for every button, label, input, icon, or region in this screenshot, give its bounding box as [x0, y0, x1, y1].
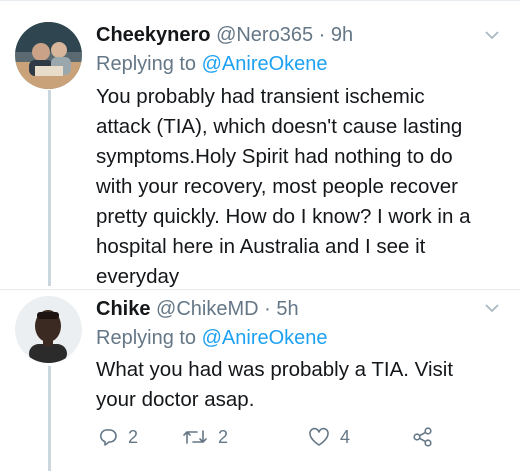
tweet-text: What you had was probably a TIA. Visit y…: [96, 355, 501, 415]
tweet-text-line: your doctor asap.: [96, 388, 255, 411]
tweet-header: Chike @ChikeMD · 5h: [96, 298, 299, 321]
tweet-time[interactable]: · 5h: [264, 298, 298, 320]
retweet-icon: [183, 430, 207, 444]
reply-icon: [99, 429, 117, 446]
heart-icon: [309, 427, 329, 446]
share-button[interactable]: [412, 424, 434, 450]
tweet-text-line: hospital here in Australia and I see it: [96, 235, 426, 258]
like-button[interactable]: 4: [308, 424, 350, 450]
user-handle[interactable]: @ChikeMD: [156, 298, 259, 320]
replying-to: Replying to @AnireOkene: [96, 53, 328, 76]
top-border: [0, 0, 520, 1]
like-count: 4: [340, 426, 351, 447]
tweet-text-line: symptoms.Holy Spirit had nothing to do: [96, 145, 453, 168]
user-name[interactable]: Cheekynero: [96, 24, 211, 46]
reply-button[interactable]: 2: [98, 424, 138, 450]
tweet-text-line: attack (TIA), which doesn't cause lastin…: [96, 115, 463, 138]
mention-link[interactable]: @AnireOkene: [202, 53, 328, 75]
user-handle[interactable]: @Nero365: [216, 24, 313, 46]
replying-to: Replying to @AnireOkene: [96, 327, 328, 350]
tweet-header: Cheekynero @Nero365 · 9h: [96, 24, 353, 47]
reply-count: 2: [128, 426, 139, 447]
tweet-text-line: pretty quickly. How do I know? I work in…: [96, 205, 471, 228]
tweet-text: You probably had transient ischemic atta…: [96, 82, 501, 292]
thread-line: [48, 366, 51, 471]
share-icon: [413, 427, 432, 447]
replying-prefix: Replying to: [96, 53, 197, 75]
retweet-count: 2: [218, 426, 229, 447]
tweet-text-line: You probably had transient ischemic: [96, 85, 425, 108]
thread-line: [48, 90, 51, 286]
tweet-text-line: everyday: [96, 265, 180, 288]
user-name[interactable]: Chike: [96, 298, 150, 320]
replying-prefix: Replying to: [96, 327, 197, 349]
chevron-down-icon[interactable]: [485, 30, 499, 40]
tweet-time[interactable]: · 9h: [319, 24, 353, 46]
tweet-text-line: with your recovery, most people recover: [96, 175, 458, 198]
tweet-divider: [0, 289, 520, 290]
tweet-text-line: What you had was probably a TIA. Visit: [96, 358, 454, 381]
avatar-cheekynero[interactable]: [15, 22, 82, 89]
avatar-chike[interactable]: [15, 296, 82, 363]
retweet-button[interactable]: 2: [182, 424, 228, 450]
tweet-actions: 2 2 4: [96, 424, 496, 450]
chevron-down-icon[interactable]: [485, 303, 499, 313]
mention-link[interactable]: @AnireOkene: [202, 327, 328, 349]
